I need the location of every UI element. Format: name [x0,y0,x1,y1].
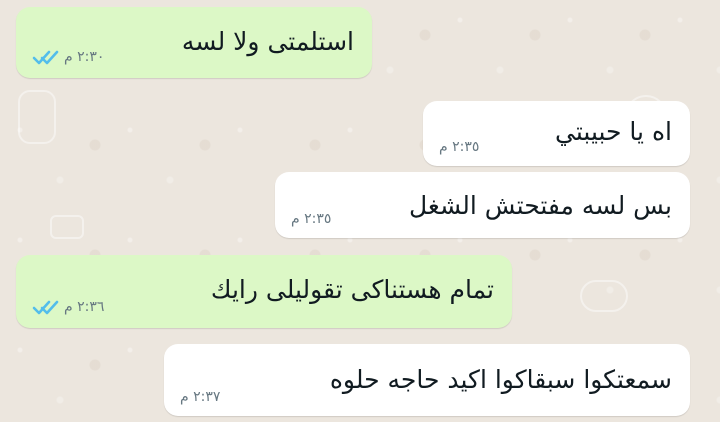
message-bubble-received[interactable]: بس لسه مفتحتش الشغل ٢:٣٥ م [275,172,690,238]
message-meta: ٢:٣٦ م [32,298,104,316]
message-meta: ٢:٣٥ م [291,212,331,226]
double-check-icon [32,48,60,66]
message-bubble-sent[interactable]: استلمتى ولا لسه ٢:٣٠ م [16,7,372,78]
message-bubble-received[interactable]: سمعتكوا سبقاكوا اكيد حاجه حلوه ٢:٣٧ م [164,344,690,416]
message-meta: ٢:٣٧ م [180,390,220,404]
message-time: ٢:٣٥ م [439,139,480,155]
message-time: ٢:٣٠ م [64,49,105,65]
message-text: استلمتى ولا لسه [181,27,354,56]
message-text: تمام هستناكى تقوليلى رايك [210,275,494,304]
message-time: ٢:٣٥ م [291,211,332,227]
double-check-icon [32,298,60,316]
message-text: سمعتكوا سبقاكوا اكيد حاجه حلوه [329,365,672,394]
background-doodle [50,215,84,239]
message-meta: ٢:٣٠ م [32,48,104,66]
message-bubble-sent[interactable]: تمام هستناكى تقوليلى رايك ٢:٣٦ م [16,255,512,328]
message-text: بس لسه مفتحتش الشغل [409,191,672,220]
message-bubble-received[interactable]: اه يا حبيبتي ٢:٣٥ م [423,101,690,166]
message-time: ٢:٣٧ م [180,389,221,405]
background-doodle [580,280,628,312]
message-time: ٢:٣٦ م [64,299,105,315]
message-text: اه يا حبيبتي [555,117,672,146]
message-meta: ٢:٣٥ م [439,140,479,154]
background-doodle [18,90,56,144]
